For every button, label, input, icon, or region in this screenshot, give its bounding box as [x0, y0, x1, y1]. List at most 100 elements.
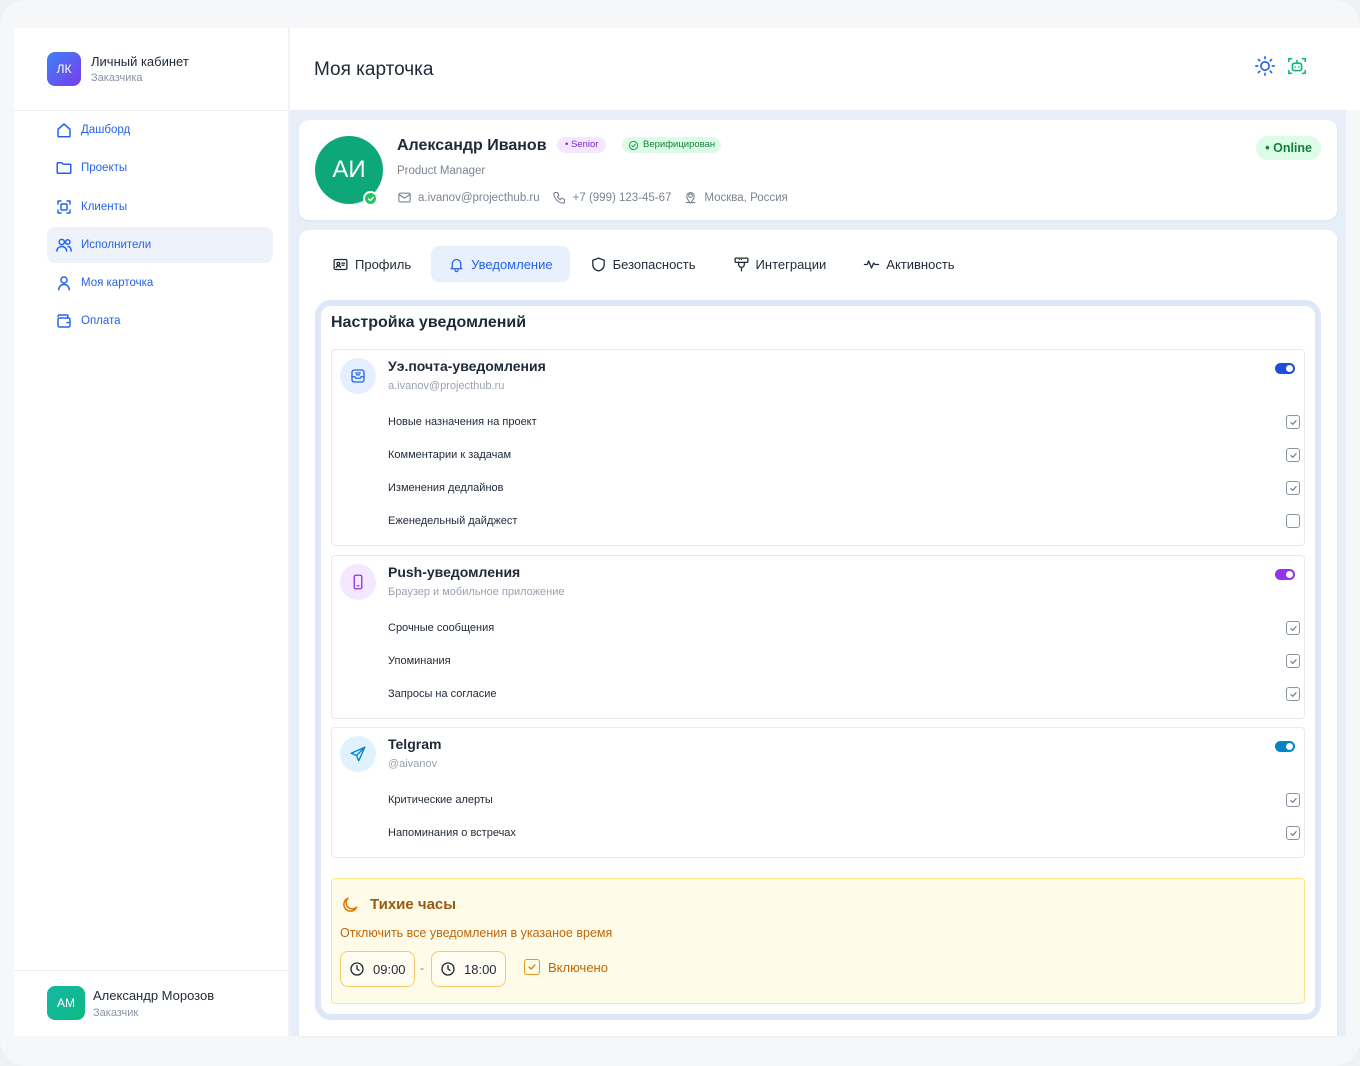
option-label: Упоминания [388, 655, 451, 667]
location-pin-icon [685, 191, 696, 204]
folder-icon [56, 162, 72, 175]
phone-icon [552, 191, 565, 204]
sidebar-item-dashboard[interactable]: Дашборд [47, 112, 273, 148]
app-window: ЛК Личный кабинет Заказчика Дашборд Прое… [0, 0, 1360, 1066]
tab-label: Уведомление [471, 256, 553, 272]
checkbox-checked[interactable] [524, 959, 540, 975]
divider [14, 110, 289, 111]
start-time-picker[interactable]: 09:00 [340, 951, 415, 987]
tab-notifications[interactable]: Уведомление [431, 246, 570, 282]
contact-location: Москва, Россия [683, 190, 788, 205]
bell-icon [450, 258, 463, 272]
sidebar-item-my-card[interactable]: Моя карточка [47, 265, 273, 301]
clients-icon [57, 199, 71, 214]
sidebar-item-label: Оплата [81, 315, 121, 328]
id-card-icon [333, 258, 348, 270]
location-text: Москва, Россия [704, 191, 788, 204]
tab-bar: Профиль Уведомление Безопасность Интегра… [315, 246, 975, 284]
section-heading: Push-уведомления [388, 564, 521, 580]
users-icon [56, 238, 72, 252]
end-time-picker[interactable]: 18:00 [431, 951, 506, 987]
section-subtitle: @aivanov [388, 758, 438, 770]
verified-check-icon [363, 191, 378, 206]
bot-icon[interactable] [1286, 55, 1308, 77]
email-toggle[interactable] [1275, 363, 1295, 374]
list-item: Еженедельный дайджест [388, 511, 1300, 531]
level-badge: • Senior [557, 137, 607, 153]
contact-phone[interactable]: +7 (999) 123-45-67 [552, 190, 672, 205]
phone-text: +7 (999) 123-45-67 [572, 191, 672, 204]
list-item: Запросы на согласие [388, 684, 1300, 704]
activity-icon [864, 259, 880, 269]
brand-title: Личный кабинет [91, 54, 189, 69]
sidebar-item-payment[interactable]: Оплата [47, 303, 273, 339]
tab-label: Интеграции [755, 256, 827, 272]
clock-icon [441, 962, 455, 976]
wallet-icon [57, 314, 71, 329]
avatar: АМ [47, 986, 85, 1020]
sidebar-item-performers[interactable]: Исполнители [47, 226, 273, 263]
section-title: Настройка уведомлений [331, 314, 527, 331]
notification-settings: Настройка уведомлений Уэ.почта-уведомлен… [315, 300, 1321, 1020]
list-item: Напоминания о встречах [388, 823, 1300, 843]
section-heading: Telgram [388, 736, 442, 752]
tab-label: Активность [886, 256, 955, 272]
push-toggle[interactable] [1275, 569, 1295, 580]
user-name: Александр Морозов [93, 987, 215, 1003]
option-label: Изменения дедлайнов [388, 482, 504, 494]
checkbox-checked[interactable] [1286, 793, 1300, 807]
verified-label: Верифицирован [643, 139, 716, 150]
option-label: Напоминания о встречах [388, 827, 516, 839]
user-icon [58, 276, 70, 291]
enabled-label: Включено [548, 959, 608, 975]
sidebar-item-projects[interactable]: Проекты [47, 150, 273, 186]
checkbox-checked[interactable] [1286, 448, 1300, 462]
tab-label: Безопасность [612, 256, 696, 272]
shield-icon [591, 256, 605, 272]
moon-icon [343, 897, 358, 912]
divider [14, 970, 289, 971]
profile-card: АИ Александр Иванов • Senior Верифициров… [299, 120, 1337, 220]
sidebar-item-clients[interactable]: Клиенты [47, 189, 273, 225]
checkbox-checked[interactable] [1286, 481, 1300, 495]
sidebar-item-label: Исполнители [81, 238, 152, 251]
contacts: a.ivanov@projecthub.ru +7 (999) 123-45-6… [397, 190, 800, 205]
time-separator: - [420, 961, 424, 975]
option-label: Срочные сообщения [388, 622, 495, 634]
option-label: Еженедельный дайджест [388, 515, 518, 527]
check-circle-icon [628, 140, 639, 150]
tab-profile[interactable]: Профиль [315, 246, 428, 282]
start-time: 09:00 [373, 961, 406, 977]
brand-subtitle: Заказчика [91, 72, 143, 84]
sidebar-item-label: Клиенты [81, 200, 128, 213]
mail-inbox-icon [340, 358, 376, 394]
section-subtitle: a.ivanov@projecthub.ru [388, 380, 505, 392]
email-notifications-section: Уэ.почта-уведомления a.ivanov@projecthub… [331, 349, 1305, 546]
checkbox-checked[interactable] [1286, 826, 1300, 840]
send-icon [340, 736, 376, 772]
push-notifications-section: Push-уведомления Браузер и мобильное при… [331, 555, 1305, 719]
list-item: Новые назначения на проект [388, 412, 1300, 432]
tab-integrations[interactable]: Интеграции [716, 246, 844, 282]
current-user[interactable]: АМ Александр Морозов Заказчик [47, 986, 214, 1020]
sun-icon[interactable] [1254, 55, 1276, 77]
contact-email[interactable]: a.ivanov@projecthub.ru [397, 190, 540, 205]
quiet-hours-subtitle: Отключить все уведомления в указаное вре… [340, 926, 613, 940]
profile-name: Александр Иванов [397, 137, 547, 154]
checkbox-checked[interactable] [1286, 415, 1300, 429]
list-item: Срочные сообщения [388, 618, 1300, 638]
sidebar-item-label: Дашборд [81, 124, 131, 136]
tab-label: Профиль [355, 256, 412, 272]
tab-security[interactable]: Безопасность [573, 246, 713, 282]
checkbox-checked[interactable] [1286, 654, 1300, 668]
quiet-hours-panel: Тихие часы Отключить все уведомления в у… [331, 878, 1305, 1004]
telegram-toggle[interactable] [1275, 741, 1295, 752]
sidebar-nav: Дашборд Проекты Клиенты Исполнители Моя … [47, 112, 273, 342]
checkbox-checked[interactable] [1286, 687, 1300, 701]
brand[interactable]: ЛК Личный кабинет Заказчика [47, 52, 189, 86]
page-title: Моя карточка [314, 59, 434, 80]
tab-activity[interactable]: Активность [846, 246, 971, 282]
checkbox-checked[interactable] [1286, 621, 1300, 635]
checkbox-unchecked[interactable] [1286, 514, 1300, 528]
quiet-hours-enabled-checkbox[interactable]: Включено [524, 959, 608, 975]
